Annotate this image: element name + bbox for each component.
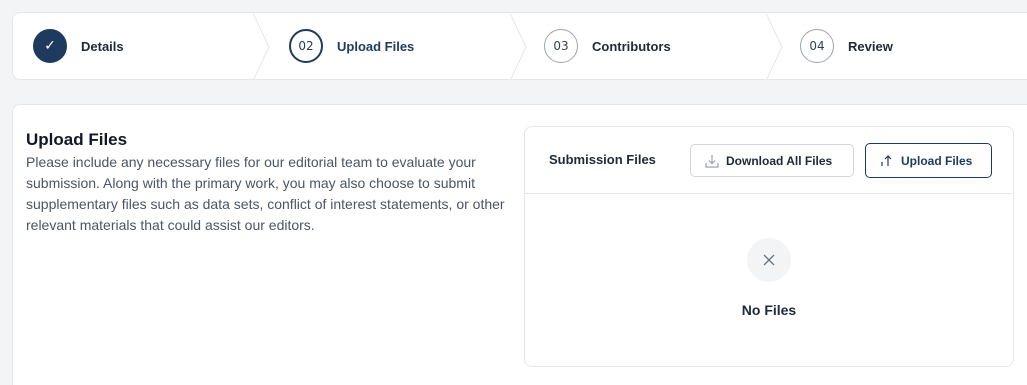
step-upload-files[interactable]: 02 Upload Files: [289, 13, 414, 79]
check-icon: ✓: [44, 38, 56, 54]
download-all-files-label: Download All Files: [726, 153, 833, 168]
step-circle-contributors: 03: [544, 29, 578, 63]
step-number: 02: [298, 39, 314, 53]
download-all-files-button[interactable]: Download All Files: [690, 144, 854, 177]
submission-files-card: Submission Files Download All Files Uplo…: [524, 126, 1014, 367]
step-circle-details: ✓: [33, 29, 67, 63]
download-icon: [705, 154, 719, 168]
section-description: Please include any necessary files for o…: [26, 154, 505, 233]
step-circle-review: 04: [800, 29, 834, 63]
step-number: 03: [553, 39, 569, 53]
step-divider-chevron: [509, 13, 527, 79]
empty-state-label: No Files: [741, 302, 797, 318]
upload-files-label: Upload Files: [901, 153, 973, 168]
step-divider-chevron: [765, 13, 783, 79]
step-label-details: Details: [81, 38, 124, 54]
step-divider-chevron: [252, 13, 270, 79]
upload-files-button[interactable]: Upload Files: [865, 143, 992, 178]
submission-files-header: Submission Files Download All Files Uplo…: [525, 127, 1013, 194]
empty-state-icon: [747, 238, 791, 282]
step-circle-upload-files: 02: [289, 29, 323, 63]
submission-files-title: Submission Files: [549, 152, 656, 167]
progress-stepper: ✓ Details 02 Upload Files 03 Contributor…: [12, 12, 1027, 80]
step-label-upload-files: Upload Files: [337, 38, 415, 54]
step-label-contributors: Contributors: [592, 38, 671, 54]
step-review[interactable]: 04 Review: [800, 13, 893, 79]
step-contributors[interactable]: 03 Contributors: [544, 13, 671, 79]
close-icon: [763, 254, 775, 266]
section-title: Upload Files: [26, 130, 128, 149]
upload-icon: [881, 154, 892, 166]
step-label-review: Review: [848, 38, 893, 54]
step-details[interactable]: ✓ Details: [33, 13, 124, 79]
step-number: 04: [809, 39, 825, 53]
